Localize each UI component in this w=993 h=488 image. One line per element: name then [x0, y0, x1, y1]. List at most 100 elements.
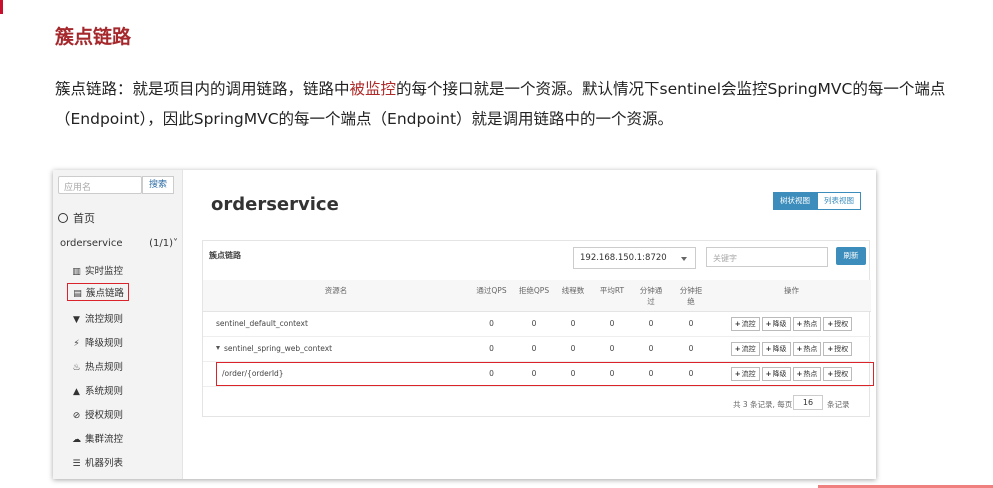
main-content: orderservice 树状视图 列表视图 簇点链路 192.168.150.… — [184, 170, 876, 479]
resource-name: sentinel_default_context — [203, 311, 469, 337]
metric-cell: 0 — [514, 311, 554, 337]
metric-cell: 0 — [632, 336, 670, 362]
sidebar: 应用名 搜索 首页 orderservice (1/1)˅ ▥ 实时监控 ▤ 簇点链路… — [53, 170, 183, 479]
list-icon: ▤ — [73, 289, 82, 299]
auth-button[interactable]: +授权 — [823, 366, 853, 381]
para-highlight: 被监控 — [349, 80, 397, 98]
keyword-input[interactable]: 关键字 — [706, 247, 828, 267]
doc-title: 簇点链路 — [55, 26, 132, 48]
metric-cell: 0 — [514, 361, 554, 387]
col-pass-qps: 通过QPS — [469, 280, 514, 312]
plus-icon: + — [734, 319, 741, 328]
metric-cell: 0 — [632, 361, 670, 387]
resource-name: /order/{orderId} — [203, 361, 469, 387]
sidebar-item-auth-rules[interactable]: ⊘ 授权规则 — [71, 407, 123, 421]
metric-cell: 0 — [469, 336, 514, 362]
sidebar-item-system-rules[interactable]: ▲ 系统规则 — [71, 383, 123, 397]
expand-icon[interactable] — [216, 346, 220, 350]
col-ops: 操作 — [712, 280, 871, 312]
table-row: /order/{orderId} 0 0 0 0 0 0 +流控 +降级 +热点 +授权 — [203, 361, 871, 387]
metric-cell: 0 — [514, 336, 554, 362]
chevron-down-icon: ˅ — [173, 238, 178, 249]
plus-icon: + — [765, 344, 772, 353]
machine-select[interactable]: 192.168.150.1:8720 — [573, 247, 696, 269]
page-size-input[interactable]: 16 — [793, 395, 823, 410]
para-text-1: 簇点链路：就是项目内的调用链路，链路中 — [55, 80, 350, 98]
metric-cell: 0 — [592, 311, 632, 337]
lock-icon: ▲ — [73, 387, 80, 397]
flow-control-button[interactable]: +流控 — [730, 316, 760, 331]
plus-icon: + — [796, 319, 803, 328]
sidebar-item-machines[interactable]: ☰ 机器列表 — [71, 455, 123, 469]
sidebar-item-cluster-flow[interactable]: ☁ 集群流控 — [71, 431, 123, 445]
sidebar-item-hotspot-rules[interactable]: ♨ 热点规则 — [71, 359, 123, 373]
sidebar-item-cluster-chain[interactable]: ▤ 簇点链路 — [67, 283, 130, 301]
metric-cell: 0 — [554, 311, 592, 337]
refresh-button[interactable]: 刷新 — [836, 247, 866, 265]
plus-icon: + — [765, 319, 772, 328]
ops-cell: +流控 +降级 +热点 +授权 — [712, 336, 871, 362]
plus-icon: + — [827, 369, 834, 378]
app-name: orderservice — [60, 238, 123, 249]
degrade-button[interactable]: +降级 — [761, 316, 791, 331]
panel-header: 簇点链路 192.168.150.1:8720 关键字 刷新 — [203, 241, 869, 279]
hotspot-button[interactable]: +热点 — [792, 366, 822, 381]
metric-cell: 0 — [670, 311, 712, 337]
page-title: orderservice — [211, 194, 339, 215]
flow-control-button[interactable]: +流控 — [730, 366, 760, 381]
metric-cell: 0 — [554, 361, 592, 387]
panel-title: 簇点链路 — [209, 251, 241, 260]
plus-icon: + — [827, 344, 834, 353]
sidebar-app[interactable]: orderservice (1/1)˅ — [60, 238, 178, 249]
check-circle-icon: ⊘ — [72, 411, 81, 421]
home-label: 首页 — [73, 212, 95, 225]
auth-button[interactable]: +授权 — [823, 316, 853, 331]
degrade-button[interactable]: +降级 — [761, 341, 791, 356]
plus-icon: + — [734, 344, 741, 353]
sidebar-item-flow-rules[interactable]: ▼ 流控规则 — [71, 311, 123, 325]
view-toggle: 树状视图 列表视图 — [773, 192, 861, 210]
metric-cell: 0 — [469, 361, 514, 387]
list-view-button[interactable]: 列表视图 — [817, 192, 861, 210]
list-bullets-icon: ☰ — [72, 459, 81, 469]
metric-cell: 0 — [469, 311, 514, 337]
resource-name: sentinel_spring_web_context — [203, 336, 469, 362]
filter-icon: ▼ — [73, 315, 80, 325]
metric-cell: 0 — [670, 361, 712, 387]
col-threads: 线程数 — [554, 280, 592, 312]
bar-chart-icon: ▥ — [72, 267, 81, 277]
plus-icon: + — [796, 344, 803, 353]
metric-cell: 0 — [632, 311, 670, 337]
plus-icon: + — [734, 369, 741, 378]
sidebar-home[interactable]: 首页 — [58, 210, 95, 226]
search-button[interactable]: 搜索 — [142, 176, 174, 194]
col-resource: 资源名 — [203, 280, 469, 312]
caret-down-icon — [681, 257, 687, 261]
table-row: sentinel_default_context 0 0 0 0 0 0 +流控 +降级 +热点 +… — [203, 311, 871, 337]
hotspot-button[interactable]: +热点 — [792, 316, 822, 331]
ops-cell: +流控 +降级 +热点 +授权 — [712, 311, 871, 337]
degrade-button[interactable]: +降级 — [761, 366, 791, 381]
cloud-icon: ☁ — [72, 435, 81, 445]
sidebar-item-realtime[interactable]: ▥ 实时监控 — [71, 263, 123, 277]
hotspot-button[interactable]: +热点 — [792, 341, 822, 356]
col-minute-pass: 分钟通 过 — [632, 280, 670, 312]
metric-cell: 0 — [670, 336, 712, 362]
app-search-input[interactable]: 应用名 — [58, 176, 142, 194]
flow-control-button[interactable]: +流控 — [730, 341, 760, 356]
table-header-row: 资源名 通过QPS 拒绝QPS 线程数 平均RT 分钟通 过 分钟拒 绝 操作 — [203, 280, 871, 312]
pager-total: 共 3 条记录, 每页 — [733, 400, 793, 409]
ops-cell: +流控 +降级 +热点 +授权 — [712, 361, 871, 387]
metric-cell: 0 — [554, 336, 592, 362]
app-count: (1/1)˅ — [149, 238, 178, 249]
pager-suffix: 条记录 — [827, 400, 850, 409]
sentinel-dashboard-screenshot: 应用名 搜索 首页 orderservice (1/1)˅ ▥ 实时监控 ▤ 簇点链路… — [53, 170, 876, 479]
resource-panel: 簇点链路 192.168.150.1:8720 关键字 刷新 资源名 通过QPS… — [202, 240, 871, 417]
metric-cell: 0 — [592, 361, 632, 387]
flash-icon: ⚡ — [73, 339, 80, 349]
sidebar-item-degrade-rules[interactable]: ⚡ 降级规则 — [71, 335, 123, 349]
auth-button[interactable]: +授权 — [823, 341, 853, 356]
resource-table: 资源名 通过QPS 拒绝QPS 线程数 平均RT 分钟通 过 分钟拒 绝 操作 … — [203, 280, 871, 387]
tree-view-button[interactable]: 树状视图 — [773, 192, 817, 210]
plus-icon: + — [796, 369, 803, 378]
